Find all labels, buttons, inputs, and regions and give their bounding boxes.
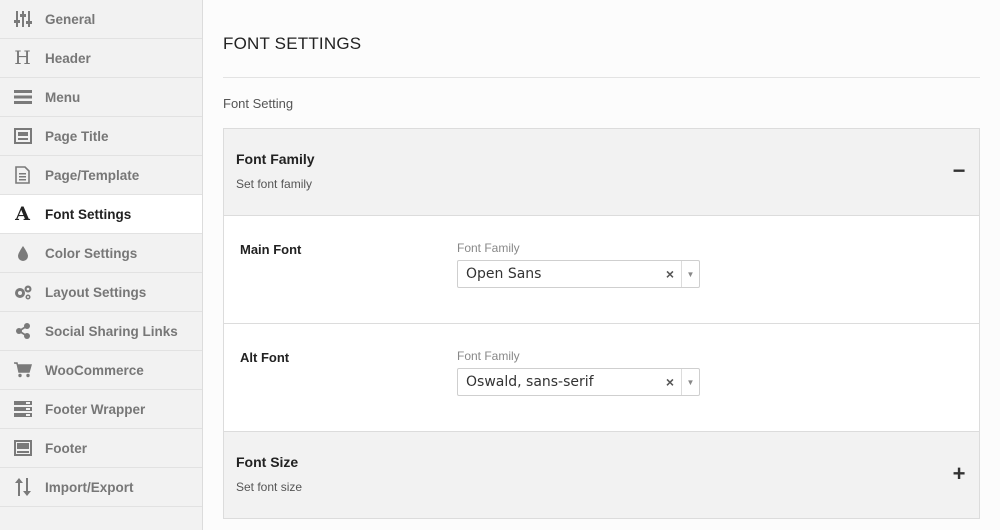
panel-title: Font Family (236, 151, 315, 167)
font-icon: A (15, 202, 30, 225)
sidebar-item-label: Font Settings (45, 206, 132, 222)
font-size-panel-header[interactable]: Font Size Set font size + (224, 432, 979, 518)
sidebar-item-page-title[interactable]: Page Title (0, 117, 202, 156)
font-family-panel-header[interactable]: Font Family Set font family − (224, 129, 979, 215)
gears-icon (0, 284, 45, 300)
sliders-icon (0, 10, 45, 28)
expand-icon[interactable]: + (949, 462, 969, 486)
sidebar-item-label: WooCommerce (45, 362, 144, 378)
sidebar-item-label: Menu (45, 89, 81, 105)
alt-font-row: Alt Font Font Family Oswald, sans-serif … (224, 323, 979, 431)
sidebar-item-import-export[interactable]: Import/Export (0, 468, 202, 507)
sidebar-item-general[interactable]: General (0, 0, 202, 39)
font-family-panel: Font Family Set font family − Main Font … (223, 128, 980, 432)
font-size-panel: Font Size Set font size + (223, 431, 980, 519)
select-value: Open Sans (466, 266, 542, 282)
sidebar-item-font-settings[interactable]: A Font Settings (0, 195, 202, 234)
alt-font-label: Alt Font (240, 350, 290, 365)
sidebar-item-footer[interactable]: Footer (0, 429, 202, 468)
sidebar-item-social-sharing-links[interactable]: Social Sharing Links (0, 312, 202, 351)
main-font-row: Main Font Font Family Open Sans × ▼ (224, 215, 979, 323)
main-content: FONT SETTINGS Font Setting Font Family S… (203, 0, 1000, 530)
clear-icon[interactable]: × (666, 267, 674, 281)
clear-icon[interactable]: × (666, 375, 674, 389)
panel-title: Font Size (236, 454, 299, 470)
sidebar-item-woocommerce[interactable]: WooCommerce (0, 351, 202, 390)
dropdown-arrow-icon[interactable]: ▼ (681, 369, 699, 395)
page-title-icon (0, 128, 45, 144)
share-icon (0, 323, 45, 339)
section-label: Font Setting (223, 96, 294, 111)
footer-wrapper-icon (0, 401, 45, 417)
sidebar-item-label: Import/Export (45, 479, 134, 495)
panel-description: Set font family (236, 177, 313, 191)
sidebar-item-menu[interactable]: Menu (0, 78, 202, 117)
sidebar-item-label: Color Settings (45, 245, 138, 261)
alt-font-select[interactable]: Oswald, sans-serif × ▼ (457, 368, 700, 396)
sidebar-item-label: Page/Template (45, 167, 140, 183)
sidebar-item-label: Social Sharing Links (45, 323, 178, 339)
sidebar-item-label: Footer Wrapper (45, 401, 146, 417)
sidebar-item-label: Layout Settings (45, 284, 147, 300)
sidebar-item-label: Footer (45, 440, 87, 456)
title-divider (223, 77, 980, 78)
menu-icon (0, 89, 45, 105)
heading-icon: H (14, 46, 31, 69)
field-label: Font Family (457, 349, 520, 363)
panel-description: Set font size (236, 480, 303, 494)
sidebar: General H Header Menu Page Title Page/Te… (0, 0, 203, 530)
main-font-select[interactable]: Open Sans × ▼ (457, 260, 700, 288)
cart-icon (0, 362, 45, 378)
sidebar-item-page-template[interactable]: Page/Template (0, 156, 202, 195)
collapse-icon[interactable]: − (949, 159, 969, 183)
dropdown-arrow-icon[interactable]: ▼ (681, 261, 699, 287)
field-label: Font Family (457, 241, 520, 255)
sidebar-item-header[interactable]: H Header (0, 39, 202, 78)
main-font-label: Main Font (240, 242, 302, 257)
sidebar-item-color-settings[interactable]: Color Settings (0, 234, 202, 273)
drop-icon (0, 245, 45, 261)
footer-icon (0, 440, 45, 456)
select-value: Oswald, sans-serif (466, 374, 594, 390)
sidebar-item-label: Page Title (45, 128, 109, 144)
sidebar-item-layout-settings[interactable]: Layout Settings (0, 273, 202, 312)
page-title: FONT SETTINGS (223, 34, 362, 53)
import-export-icon (0, 478, 45, 496)
sidebar-item-label: General (45, 11, 96, 27)
document-icon (0, 166, 45, 184)
sidebar-item-footer-wrapper[interactable]: Footer Wrapper (0, 390, 202, 429)
sidebar-item-label: Header (45, 50, 91, 66)
